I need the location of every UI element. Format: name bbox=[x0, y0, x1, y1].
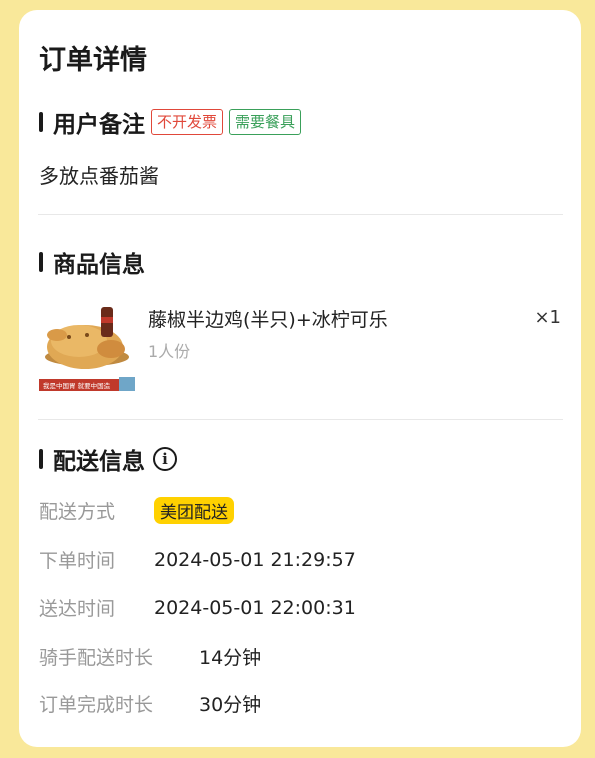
product-quantity: ×1 bbox=[534, 307, 561, 328]
no-invoice-tag: 不开发票 bbox=[151, 109, 224, 135]
delivery-method-row: 配送方式 美团配送 bbox=[39, 497, 234, 524]
delivered-time-value: 2024-05-01 22:00:31 bbox=[154, 596, 356, 619]
info-icon[interactable]: i bbox=[153, 447, 177, 471]
delivered-time-row: 送达时间 2024-05-01 22:00:31 bbox=[39, 594, 356, 621]
delivered-time-label: 送达时间 bbox=[39, 598, 116, 620]
product-name: 藤椒半边鸡(半只)+冰柠可乐 bbox=[148, 309, 388, 331]
banner-text: 我是中国胃 就要中国造 bbox=[43, 381, 111, 390]
completion-duration-value: 30分钟 bbox=[199, 694, 262, 716]
delivery-section-title: 配送信息 bbox=[53, 449, 145, 475]
product-section-header: 商品信息 bbox=[39, 245, 145, 279]
meituan-delivery-badge: 美团配送 bbox=[154, 497, 234, 524]
remark-section-title: 用户备注 bbox=[53, 112, 145, 138]
need-cutlery-tag: 需要餐具 bbox=[229, 109, 302, 135]
section-marker bbox=[39, 112, 43, 132]
remark-text: 多放点番茄酱 bbox=[39, 164, 159, 188]
order-detail-card: 订单详情 用户备注 不开发票 需要餐具 多放点番茄酱 商品信息 我是中国胃 就要… bbox=[19, 10, 581, 747]
completion-duration-row: 订单完成时长 30分钟 bbox=[39, 690, 261, 717]
page-title: 订单详情 bbox=[39, 45, 147, 76]
roast-chicken-image[interactable]: 我是中国胃 就要中国造 bbox=[39, 295, 135, 393]
rider-duration-row: 骑手配送时长 14分钟 bbox=[39, 643, 261, 670]
delivery-method-label: 配送方式 bbox=[39, 501, 116, 523]
divider bbox=[38, 419, 563, 420]
order-time-label: 下单时间 bbox=[39, 550, 116, 572]
completion-duration-label: 订单完成时长 bbox=[39, 694, 154, 716]
divider bbox=[38, 214, 563, 215]
order-time-value: 2024-05-01 21:29:57 bbox=[154, 548, 356, 571]
section-marker bbox=[39, 449, 43, 469]
product-section-title: 商品信息 bbox=[53, 252, 145, 278]
delivery-section-header: 配送信息 i bbox=[39, 442, 177, 476]
section-marker bbox=[39, 252, 43, 272]
rider-duration-label: 骑手配送时长 bbox=[39, 647, 154, 669]
product-spec: 1人份 bbox=[148, 342, 191, 361]
remark-section-header: 用户备注 不开发票 需要餐具 bbox=[39, 105, 302, 139]
rider-duration-value: 14分钟 bbox=[199, 647, 262, 669]
order-time-row: 下单时间 2024-05-01 21:29:57 bbox=[39, 546, 356, 573]
